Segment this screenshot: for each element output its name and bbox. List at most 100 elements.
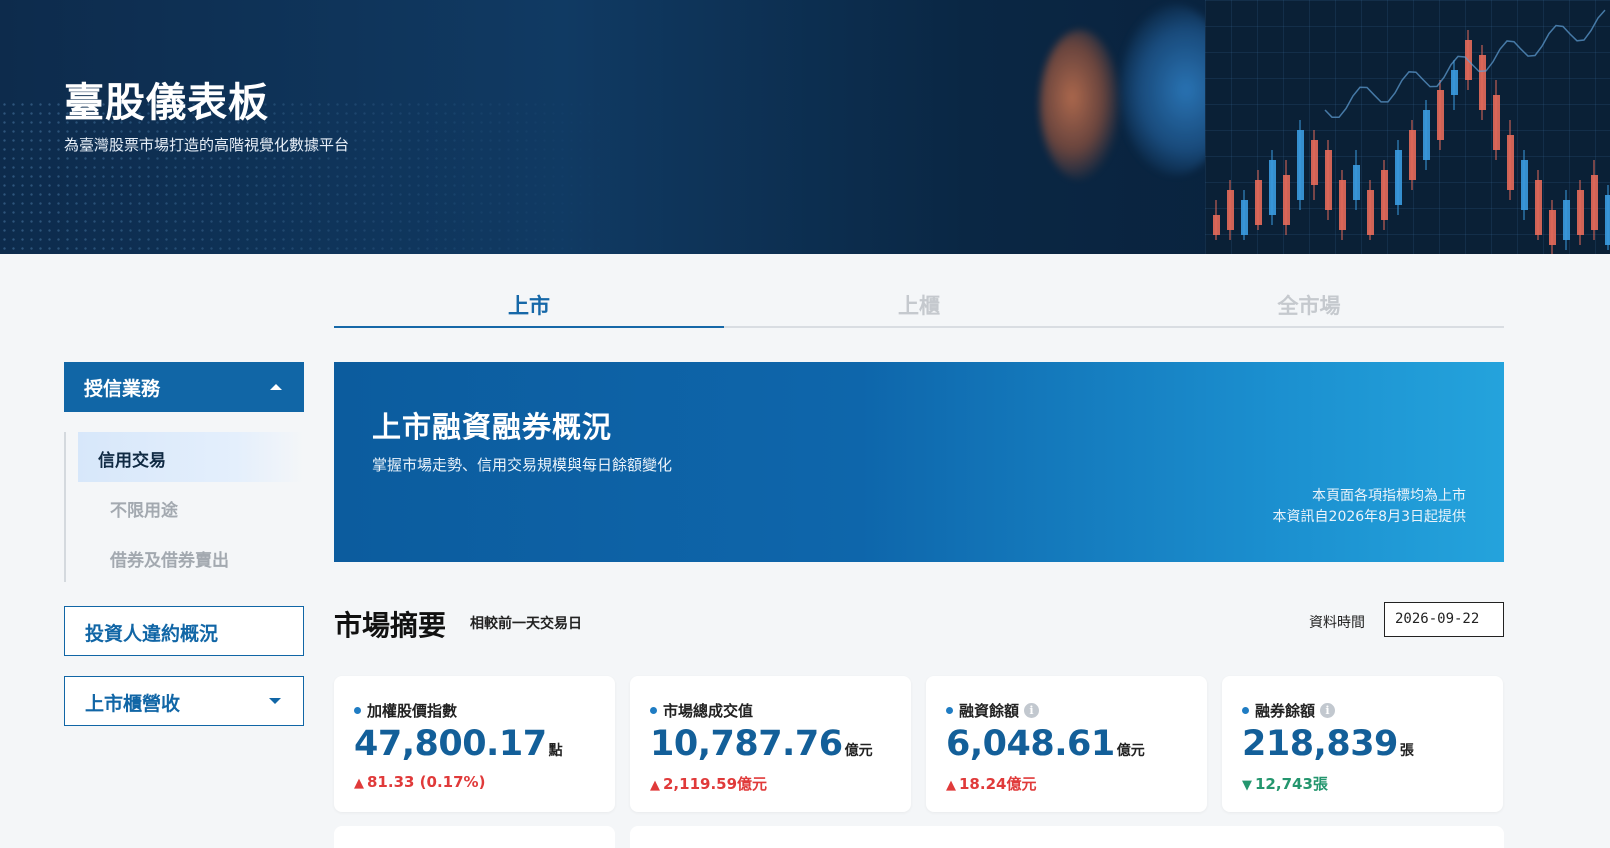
decor-candle-body — [1325, 150, 1332, 210]
section-note-line: 本頁面各項指標均為上市 — [1312, 488, 1466, 504]
metric-value: 10,787.76 億元 — [650, 724, 873, 764]
summary-comparison-note: 相較前一天交易日 — [470, 616, 582, 632]
tab-otc[interactable]: 上櫃 — [724, 286, 1114, 326]
decor-candle-body — [1493, 95, 1500, 150]
decor-candle-body — [1451, 70, 1458, 95]
section-note: 本頁面各項指標均為上市 本資訊自2026年8月3日起提供 — [1273, 486, 1466, 528]
decor-candle-body — [1521, 160, 1528, 210]
bullet-dot-icon — [946, 707, 953, 714]
bullet-dot-icon — [354, 707, 361, 714]
metric-change-text: 12,743張 — [1255, 775, 1328, 793]
info-icon[interactable]: i — [1024, 703, 1040, 718]
section-banner: 上市融資融券概況 掌握市場走勢、信用交易規模與每日餘額變化 本頁面各項指標均為上… — [334, 362, 1504, 562]
arrow-up-icon: ▲ — [354, 776, 364, 791]
bullet-dot-icon — [650, 707, 657, 714]
hero-blurred-pie-decor — [1040, 30, 1120, 180]
section-title: 上市融資融券概況 — [372, 410, 613, 444]
decor-candle-body — [1213, 215, 1220, 235]
metric-change-text: 2,119.59億元 — [663, 775, 768, 793]
chevron-down-icon — [269, 698, 281, 704]
chart-card-partial — [630, 826, 1504, 848]
info-icon[interactable]: i — [1320, 703, 1336, 718]
summary-heading: 市場摘要 — [334, 609, 447, 642]
metric-number: 218,839 — [1242, 724, 1398, 764]
decor-candle-body — [1339, 180, 1346, 230]
decor-candle-body — [1535, 180, 1542, 235]
sidebar-link-label: 投資人違約概況 — [85, 623, 219, 645]
market-tabs: 上市 上櫃 全市場 — [334, 286, 1504, 328]
metric-card-margin-balance: 融資餘額 i 6,048.61 億元 ▲ 18.24億元 — [926, 676, 1207, 812]
section-subtitle: 掌握市場走勢、信用交易規模與每日餘額變化 — [372, 456, 673, 474]
metric-label-text: 加權股價指數 — [367, 702, 458, 720]
decor-candle-body — [1591, 175, 1598, 230]
arrow-up-icon: ▲ — [650, 778, 660, 793]
metric-number: 6,048.61 — [946, 724, 1115, 764]
metric-unit: 張 — [1399, 743, 1414, 759]
decor-candle-body — [1283, 175, 1290, 225]
decor-candle-body — [1241, 200, 1248, 235]
sidebar-item-margin-trading[interactable]: 信用交易 — [78, 432, 304, 482]
arrow-down-icon: ▼ — [1242, 778, 1252, 793]
metric-change-text: 18.24億元 — [959, 775, 1037, 793]
metric-value: 6,048.61 億元 — [946, 724, 1145, 764]
sidebar-item-securities-lending[interactable]: 借券及借券賣出 — [78, 532, 304, 582]
metric-card-short-balance: 融券餘額 i 218,839 張 ▼ 12,743張 — [1222, 676, 1503, 812]
sidebar-item-investor-default[interactable]: 投資人違約概況 — [64, 606, 304, 656]
metric-number: 47,800.17 — [354, 724, 547, 764]
metric-label: 市場總成交值 — [650, 700, 753, 721]
metric-unit: 點 — [548, 743, 563, 759]
sidebar-section-label: 授信業務 — [84, 378, 161, 400]
hero-candlestick-decor — [1213, 9, 1610, 254]
hero-banner: 臺股儀表板 為臺灣股票市場打造的高階視覺化數據平台 — [0, 0, 1610, 254]
decor-candle-body — [1381, 170, 1388, 220]
decor-candle-body — [1353, 165, 1360, 200]
metric-label: 融券餘額 i — [1242, 700, 1336, 721]
page-subtitle: 為臺灣股票市場打造的高階視覺化數據平台 — [64, 136, 350, 154]
decor-candle-body — [1563, 200, 1570, 240]
metric-label-text: 融資餘額 — [959, 702, 1020, 720]
arrow-up-icon: ▲ — [946, 778, 956, 793]
metric-change: ▲ 2,119.59億元 — [650, 773, 767, 794]
decor-candle-body — [1423, 110, 1430, 160]
decor-candle-body — [1549, 210, 1556, 245]
metric-change: ▲ 18.24億元 — [946, 773, 1036, 794]
decor-candle-body — [1479, 55, 1486, 110]
decor-candle-body — [1255, 180, 1262, 225]
metric-number: 10,787.76 — [650, 724, 843, 764]
metric-label: 融資餘額 i — [946, 700, 1040, 721]
decor-candle-body — [1227, 190, 1234, 230]
decor-candle-body — [1311, 140, 1318, 185]
tab-listed[interactable]: 上市 — [334, 286, 724, 328]
metric-card-taiex: 加權股價指數 47,800.17 點 ▲ 81.33 (0.17%) — [334, 676, 615, 812]
metric-label: 加權股價指數 — [354, 700, 457, 721]
sidebar-link-label: 上市櫃營收 — [85, 693, 181, 715]
metric-value: 47,800.17 點 — [354, 724, 563, 764]
decor-candle-body — [1367, 190, 1374, 235]
metric-unit: 億元 — [1116, 743, 1145, 759]
metric-label-text: 市場總成交值 — [663, 702, 754, 720]
metric-change: ▲ 81.33 (0.17%) — [354, 773, 485, 791]
data-date-label: 資料時間 — [1309, 615, 1365, 631]
tab-all-market[interactable]: 全市場 — [1114, 286, 1504, 326]
decor-candle-body — [1409, 130, 1416, 180]
decor-candle-body — [1395, 150, 1402, 205]
metric-unit: 億元 — [844, 743, 873, 759]
sidebar-section-credit[interactable]: 授信業務 — [64, 362, 304, 412]
decor-candle-body — [1269, 160, 1276, 215]
sidebar-submenu: 信用交易 不限用途 借券及借券賣出 — [64, 432, 304, 582]
chevron-up-icon — [270, 384, 282, 390]
metric-card-turnover: 市場總成交值 10,787.76 億元 ▲ 2,119.59億元 — [630, 676, 911, 812]
decor-candle-body — [1605, 195, 1610, 245]
data-date-input[interactable]: 2026-09-22 — [1384, 602, 1504, 637]
bullet-dot-icon — [1242, 707, 1249, 714]
metric-value: 218,839 張 — [1242, 724, 1414, 764]
sidebar-item-revenue[interactable]: 上市櫃營收 — [64, 676, 304, 726]
decor-candle-body — [1507, 135, 1514, 190]
metric-label-text: 融券餘額 — [1255, 702, 1316, 720]
metric-change: ▼ 12,743張 — [1242, 773, 1328, 794]
section-note-line: 本資訊自2026年8月3日起提供 — [1272, 509, 1466, 525]
decor-candle-body — [1297, 130, 1304, 200]
decor-candle-body — [1577, 190, 1584, 235]
sidebar-item-unrestricted-loans[interactable]: 不限用途 — [78, 482, 304, 532]
page-title: 臺股儀表板 — [64, 80, 269, 126]
